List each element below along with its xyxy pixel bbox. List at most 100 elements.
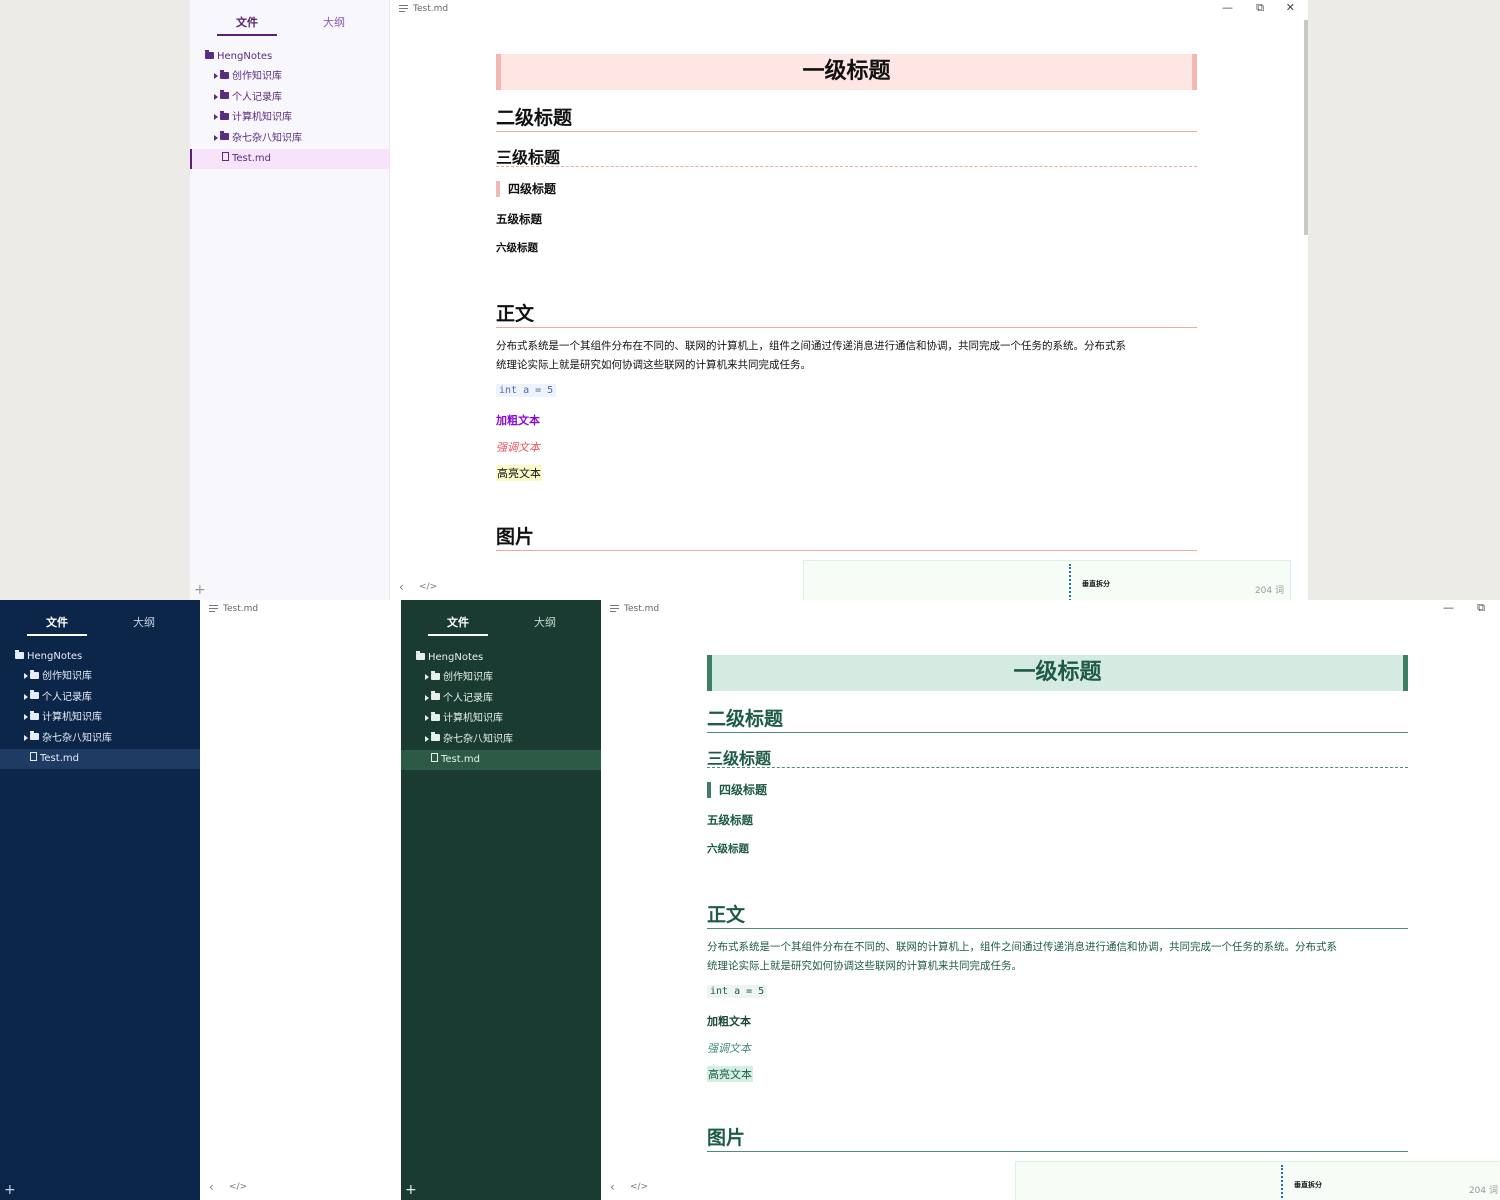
menu-icon[interactable] (209, 603, 218, 614)
doc-title-label: Test.md (223, 604, 259, 614)
tree-folder-label: 个人记录库 (443, 692, 493, 704)
file-tree: HengNotes 创作知识库 个人记录库 计算机知识库 杂七杂八知识库 Tes… (401, 648, 601, 771)
folder-icon (15, 649, 24, 659)
folder-icon (431, 691, 440, 701)
source-code-icon[interactable]: </> (630, 1182, 648, 1192)
paragraph-line-1: 分布式系统是一个其组件分布在不同的、联网的计算机上，组件之间通过传递消息进行通信… (496, 340, 1126, 352)
source-code-icon[interactable]: </> (419, 582, 437, 592)
minimize-button[interactable]: — (1222, 1, 1233, 14)
restore-button[interactable]: ⧉ (1477, 601, 1485, 615)
tree-file-active[interactable]: Test.md (0, 748, 200, 770)
tree-folder-label: 创作知识库 (42, 671, 92, 683)
tab-outline[interactable]: 大纲 (114, 614, 174, 630)
tab-outline-label: 大纲 (323, 16, 345, 29)
tree-root-label: HengNotes (27, 651, 83, 662)
tree-file-active[interactable]: Test.md (401, 749, 601, 771)
title-bar: Test.md (200, 600, 401, 620)
add-button[interactable]: + (4, 1182, 16, 1198)
tree-folder[interactable]: 杂七杂八知识库 (401, 730, 601, 750)
folder-icon (220, 90, 229, 100)
status-bar: ‹ </> (200, 1178, 401, 1200)
heading-body: 正文 (496, 299, 1197, 328)
tree-folder[interactable]: 杂七杂八知识库 (0, 729, 200, 749)
restore-button[interactable]: ⧉ (1256, 1, 1264, 15)
heading-image: 图片 (496, 522, 1197, 551)
editor-pane: Test.md — ⧉ 一级标题 二级标题 三级标题 四级标题 五级标题 六级标… (601, 600, 1500, 1200)
tree-folder[interactable]: 创作知识库 (190, 67, 390, 87)
file-sidebar: 文件 大纲 HengNotes 创作知识库 个人记录库 计算机知识库 杂七杂八知… (401, 600, 601, 1200)
tree-folder[interactable]: 计算机知识库 (0, 708, 200, 728)
heading-2: 二级标题 (496, 103, 1197, 132)
tab-outline-label: 大纲 (534, 616, 556, 629)
menu-icon[interactable] (610, 603, 619, 614)
heading-4: 四级标题 (496, 181, 556, 197)
heading-4: 四级标题 (707, 782, 767, 798)
paragraph: 分布式系统是一个其组件分布在不同的、联网的计算机上，组件之间通过传递消息进行通信… (707, 938, 1408, 976)
folder-icon (30, 731, 39, 741)
window-forest: 文件 大纲 HengNotes 创作知识库 个人记录库 计算机知识库 杂七杂八知… (401, 600, 1500, 1200)
source-code-icon[interactable]: </> (229, 1182, 247, 1192)
tree-file-active[interactable]: Test.md (190, 148, 390, 170)
heading-image: 图片 (707, 1123, 1408, 1152)
tab-files-label: 文件 (46, 616, 68, 629)
tree-root-label: HengNotes (217, 51, 273, 62)
heading-1: 一级标题 (496, 54, 1197, 90)
add-button[interactable]: + (194, 582, 206, 598)
minimize-button[interactable]: — (1443, 601, 1454, 614)
window-lavender: 文件 大纲 HengNotes 创作知识库 个人记录库 计算机知识库 杂七杂八知… (190, 0, 1308, 600)
tab-active-underline (27, 634, 87, 636)
heading-6: 六级标题 (496, 242, 538, 254)
folder-icon (30, 669, 39, 679)
word-count: 204 词 (1468, 1186, 1498, 1196)
word-count: 204 词 (1254, 586, 1284, 596)
tree-folder[interactable]: 创作知识库 (401, 668, 601, 688)
tree-folder[interactable]: 个人记录库 (190, 88, 390, 108)
tab-outline[interactable]: 大纲 (515, 614, 575, 630)
close-button[interactable]: ✕ (1286, 1, 1295, 14)
tab-files[interactable]: 文件 (428, 614, 488, 636)
caret-right-icon (214, 114, 218, 121)
file-tree: HengNotes 创作知识库 个人记录库 计算机知识库 杂七杂八知识库 Tes… (190, 47, 390, 170)
tree-folder[interactable]: 个人记录库 (0, 688, 200, 708)
heading-6: 六级标题 (707, 843, 749, 855)
tree-folder[interactable]: 创作知识库 (0, 667, 200, 687)
tree-folder[interactable]: 杂七杂八知识库 (190, 129, 390, 149)
file-tree: HengNotes 创作知识库 个人记录库 计算机知识库 杂七杂八知识库 Tes… (0, 647, 200, 770)
folder-icon (431, 732, 440, 742)
status-bar: ‹ </> 204 词 (601, 1178, 1500, 1200)
add-button[interactable]: + (405, 1182, 417, 1198)
tree-root[interactable]: HengNotes (190, 47, 390, 67)
tree-root[interactable]: HengNotes (401, 648, 601, 668)
caret-right-icon (425, 694, 429, 701)
tree-root-label: HengNotes (428, 652, 484, 663)
caret-right-icon (425, 735, 429, 742)
caret-right-icon (214, 93, 218, 100)
tab-files[interactable]: 文件 (217, 14, 277, 36)
folder-icon (416, 650, 425, 660)
editor-pane: Test.md — ⧉ ✕ 一级标题 二级标题 三级标题 四级标题 五级标题 六… (390, 0, 1308, 600)
tree-folder[interactable]: 计算机知识库 (401, 709, 601, 729)
tree-folder-label: 杂七杂八知识库 (232, 132, 302, 144)
tree-root[interactable]: HengNotes (0, 647, 200, 667)
caret-right-icon (214, 73, 218, 80)
tab-outline[interactable]: 大纲 (304, 14, 364, 30)
italic-text: 强调文本 (496, 441, 540, 454)
doc-title: Test.md (399, 3, 448, 14)
tree-folder[interactable]: 个人记录库 (401, 689, 601, 709)
highlight-text: 高亮文本 (707, 1066, 753, 1082)
caret-right-icon (425, 674, 429, 681)
italic-text: 强调文本 (707, 1042, 751, 1055)
back-icon[interactable]: ‹ (610, 1180, 615, 1194)
status-bar: ‹ </> 204 词 (390, 578, 1308, 600)
highlight-text: 高亮文本 (496, 465, 542, 481)
folder-icon (30, 690, 39, 700)
menu-icon[interactable] (399, 3, 408, 14)
scrollbar[interactable] (1304, 20, 1308, 235)
paragraph-line-2: 统理论实际上就是研究如何协调这些联网的计算机来共同完成任务。 (707, 960, 1022, 972)
tree-folder[interactable]: 计算机知识库 (190, 108, 390, 128)
tab-files[interactable]: 文件 (27, 614, 87, 636)
back-icon[interactable]: ‹ (209, 1180, 214, 1194)
caret-right-icon (24, 673, 28, 680)
back-icon[interactable]: ‹ (399, 580, 404, 594)
doc-title-label: Test.md (624, 604, 660, 614)
